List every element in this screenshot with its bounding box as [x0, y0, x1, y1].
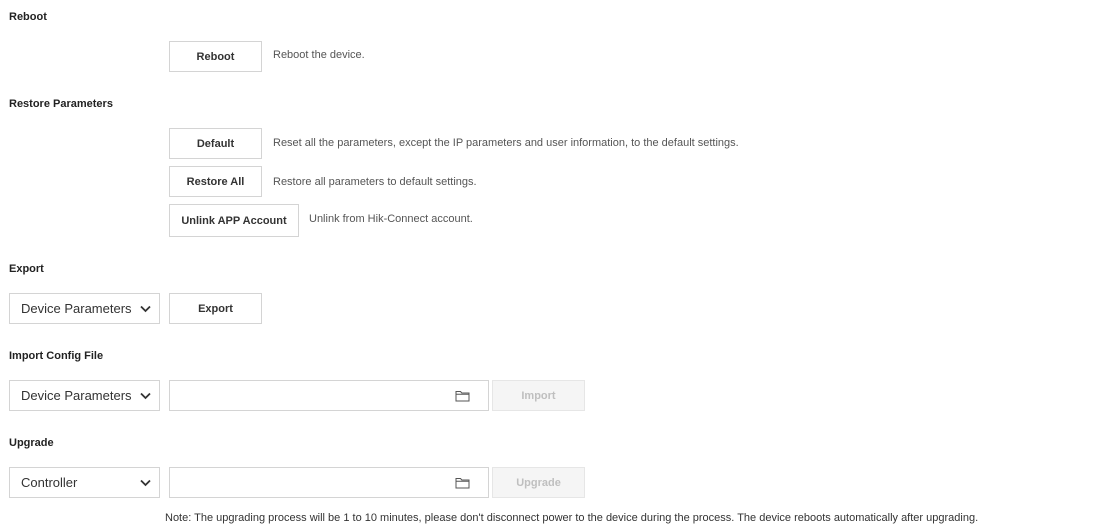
folder-icon[interactable] — [454, 476, 470, 490]
upgrade-target-select[interactable]: Controller — [9, 467, 160, 498]
reboot-heading: Reboot — [9, 11, 47, 23]
unlink-app-account-button[interactable]: Unlink APP Account — [169, 204, 299, 237]
upgrade-heading: Upgrade — [9, 437, 54, 449]
restore-all-description: Restore all parameters to default settin… — [273, 176, 477, 188]
import-button[interactable]: Import — [492, 380, 585, 411]
restore-all-button[interactable]: Restore All — [169, 166, 262, 197]
default-button[interactable]: Default — [169, 128, 262, 159]
chevron-down-icon — [139, 303, 151, 315]
chevron-down-icon — [139, 477, 151, 489]
upgrade-target-value: Controller — [21, 475, 78, 490]
export-heading: Export — [9, 263, 44, 275]
reboot-button[interactable]: Reboot — [169, 41, 262, 72]
unlink-description: Unlink from Hik-Connect account. — [309, 213, 473, 225]
import-file-input[interactable] — [169, 380, 489, 411]
restore-parameters-heading: Restore Parameters — [9, 98, 113, 110]
upgrade-note: Note: The upgrading process will be 1 to… — [165, 512, 979, 524]
export-button[interactable]: Export — [169, 293, 262, 324]
upgrade-file-input[interactable] — [169, 467, 489, 498]
reboot-description: Reboot the device. — [273, 49, 365, 61]
upgrade-button[interactable]: Upgrade — [492, 467, 585, 498]
chevron-down-icon — [139, 390, 151, 402]
folder-icon[interactable] — [454, 389, 470, 403]
import-config-heading: Import Config File — [9, 350, 104, 362]
export-type-select[interactable]: Device Parameters — [9, 293, 160, 324]
import-type-select[interactable]: Device Parameters — [9, 380, 160, 411]
export-type-value: Device Parameters — [21, 301, 132, 316]
default-description: Reset all the parameters, except the IP … — [273, 137, 739, 149]
import-type-value: Device Parameters — [21, 388, 132, 403]
